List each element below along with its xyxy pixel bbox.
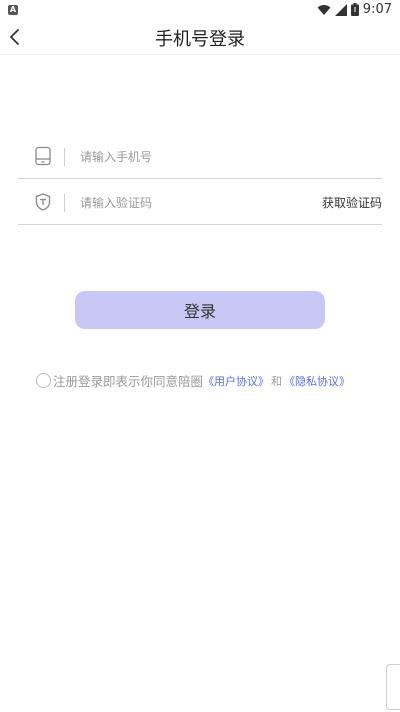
- status-right: 9:07: [317, 2, 392, 17]
- status-time: 9:07: [362, 2, 392, 17]
- notification-icon: A: [8, 5, 18, 15]
- status-bar: A 9:07: [0, 0, 400, 22]
- agree-checkbox[interactable]: [36, 373, 51, 388]
- agreement-row: 注册登录即表示你同意陪圈 《用户协议》 和 《隐私协议》: [36, 371, 350, 390]
- signal-icon: [334, 3, 347, 16]
- phone-field-row: [18, 134, 382, 179]
- code-input[interactable]: [78, 190, 282, 216]
- get-code-button[interactable]: 获取验证码: [322, 194, 382, 211]
- field-separator: [64, 194, 65, 212]
- user-agreement-link[interactable]: 《用户协议》: [203, 373, 269, 389]
- battery-icon: [350, 3, 359, 16]
- agreement-and: 和: [271, 374, 283, 388]
- privacy-policy-link[interactable]: 《隐私协议》: [284, 373, 350, 389]
- floating-edge-tab[interactable]: [386, 664, 400, 710]
- page-title: 手机号登录: [155, 29, 245, 50]
- shield-icon: [35, 193, 51, 211]
- header: 手机号登录: [0, 22, 400, 52]
- phone-icon: [35, 146, 51, 166]
- code-field-row: 获取验证码: [18, 180, 382, 225]
- login-button[interactable]: 登录: [75, 291, 325, 329]
- field-separator: [64, 148, 65, 166]
- phone-input[interactable]: [78, 144, 362, 170]
- wifi-icon: [317, 4, 331, 15]
- header-divider: [0, 54, 400, 55]
- agreement-text: 注册登录即表示你同意陪圈: [53, 374, 204, 389]
